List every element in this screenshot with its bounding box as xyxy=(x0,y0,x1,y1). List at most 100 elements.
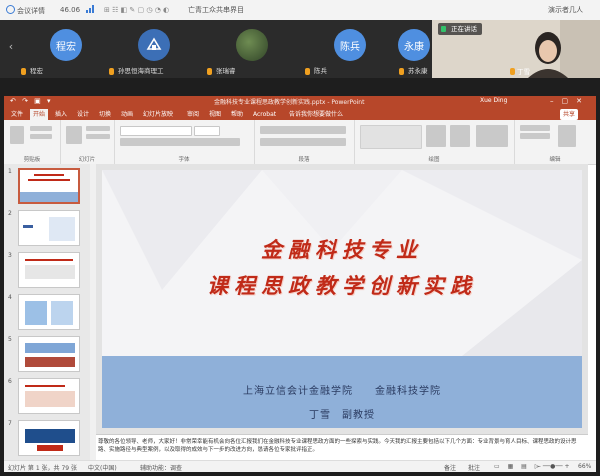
ribbon-tabs: 文件 开始 插入 设计 切换 动画 幻灯片放映 审阅 视图 帮助 Acrobat… xyxy=(4,108,596,120)
speaking-mic-icon xyxy=(441,26,446,32)
dictate-icon[interactable] xyxy=(558,125,576,147)
layout-icon[interactable] xyxy=(86,126,110,131)
shape-fill-icon[interactable] xyxy=(476,125,508,147)
presenter-info[interactable]: 演示者几人 xyxy=(548,5,583,16)
arrange-icon[interactable] xyxy=(426,125,446,147)
user-name[interactable]: Xue Ding xyxy=(480,97,507,104)
network-speed: 46.06 xyxy=(60,6,81,14)
mic-icon xyxy=(510,68,515,75)
avatar: 陈兵 xyxy=(334,29,366,61)
share-button[interactable]: 共享 xyxy=(560,109,579,120)
conference-top-bar: 会议详情 46.06 ⊞ ☷ ◧ ✎ ▢ ◷ ◔ ◐ 亡青工众共串界目 演示者几… xyxy=(0,0,600,20)
ribbon-group-paragraph: 段落 xyxy=(254,120,355,164)
font-size-select[interactable] xyxy=(194,126,220,136)
slide-title-line1: 金融科技专业 xyxy=(261,237,423,262)
slide-thumbnail[interactable] xyxy=(18,210,80,246)
tab-insert[interactable]: 插入 xyxy=(52,109,70,120)
thumb-number: 1 xyxy=(8,168,12,175)
slide-thumbnail[interactable] xyxy=(18,294,80,330)
mic-icon xyxy=(109,68,114,75)
comments-button[interactable]: 批注 xyxy=(468,463,480,472)
tab-review[interactable]: 审阅 xyxy=(184,109,202,120)
signal-icon xyxy=(6,5,15,14)
participant-name: 孙思恒海商理工 xyxy=(108,66,164,77)
meeting-details-link[interactable]: 会议详情 xyxy=(6,5,45,16)
tab-home[interactable]: 开始 xyxy=(30,109,49,120)
avatar xyxy=(138,29,170,61)
participant-name: 张瑞睿 xyxy=(206,66,236,77)
slide-title-line2: 课程思政教学创新实践 xyxy=(207,273,477,298)
list-buttons[interactable] xyxy=(260,126,346,134)
language-indicator[interactable]: 中文(中国) xyxy=(88,463,117,472)
tab-file[interactable]: 文件 xyxy=(8,109,26,120)
participant-tile[interactable]: 陈兵 陈兵 xyxy=(300,20,398,78)
window-controls[interactable]: –▢✕ xyxy=(550,97,590,105)
self-name: 丁雪 xyxy=(510,66,530,76)
slide-thumbnail[interactable] xyxy=(18,168,80,204)
signal-bars-icon xyxy=(86,5,96,16)
speaking-indicator: 正在讲话 xyxy=(438,23,482,35)
notes-button[interactable]: 备注 xyxy=(444,463,456,472)
tab-slideshow[interactable]: 幻灯片放映 xyxy=(140,109,176,120)
zoom-slider[interactable]: − ──●── + xyxy=(536,463,570,470)
current-slide[interactable]: 金融科技专业 课程思政教学创新实践 上海立信会计金融学院 金融科技学院 丁雪 副… xyxy=(102,170,582,428)
tab-help[interactable]: 帮助 xyxy=(228,109,246,120)
ribbon-group-editing: 编辑 xyxy=(514,120,596,164)
quick-styles-icon[interactable] xyxy=(450,125,470,147)
avatar: 永康 xyxy=(398,29,430,61)
tab-transitions[interactable]: 切换 xyxy=(96,109,114,120)
mic-icon xyxy=(21,68,26,75)
accessibility-check[interactable]: 辅助功能：调查 xyxy=(140,463,182,472)
slide-thumbnail[interactable] xyxy=(18,252,80,288)
thumb-number: 2 xyxy=(8,210,12,217)
document-title: 金融科技专业课程思政教学创新实践.pptx - PowerPoint xyxy=(214,99,365,106)
tell-me-search[interactable]: 告诉我你想要做什么 xyxy=(286,109,346,120)
ribbon-group-drawing: 绘图 xyxy=(354,120,515,164)
speaker-notes[interactable]: 尊敬的各位领导、老师，大家好！非常荣幸能有机会向各位汇报我们在金融科技专业课程思… xyxy=(96,434,588,461)
participant-tile[interactable]: 永康 苏永康 xyxy=(398,20,432,78)
mic-icon xyxy=(207,68,212,75)
paste-icon[interactable] xyxy=(10,126,24,144)
participant-tile[interactable]: 孙思恒海商理工 xyxy=(104,20,202,78)
quick-access-toolbar[interactable]: ↶ ↷ ▣ ▾ xyxy=(10,97,53,105)
font-format-buttons[interactable] xyxy=(120,138,240,146)
slide-thumbnail[interactable] xyxy=(18,336,80,372)
participant-tile[interactable]: 张瑞睿 xyxy=(202,20,300,78)
replace-icon[interactable] xyxy=(520,133,550,139)
tab-design[interactable]: 设计 xyxy=(74,109,92,120)
notes-text: 尊敬的各位领导、老师，大家好！非常荣幸能有机会向各位汇报我们在金融科技专业课程思… xyxy=(98,439,577,453)
institution-text: 上海立信会计金融学院 金融科技学院 xyxy=(243,386,441,397)
new-slide-icon[interactable] xyxy=(66,126,82,144)
participant-name: 陈兵 xyxy=(304,66,327,77)
tab-view[interactable]: 视图 xyxy=(206,109,224,120)
reset-icon[interactable] xyxy=(86,134,110,139)
powerpoint-title-bar: ↶ ↷ ▣ ▾ 金融科技专业课程思政教学创新实践.pptx - PowerPoi… xyxy=(4,96,596,108)
shapes-gallery[interactable] xyxy=(360,125,422,149)
thumb-number: 6 xyxy=(8,378,12,385)
ribbon-group-font: 字体 xyxy=(114,120,255,164)
slide-count: 幻灯片 第 1 张，共 79 张 xyxy=(8,465,77,472)
slide-thumbnail[interactable] xyxy=(18,378,80,414)
thumb-number: 3 xyxy=(8,252,12,259)
participant-name: 程宏 xyxy=(20,66,43,77)
ribbon-group-slides: 幻灯片 xyxy=(60,120,115,164)
participant-tile[interactable]: 程宏 程宏 xyxy=(16,20,114,78)
find-icon[interactable] xyxy=(520,125,550,131)
tab-animations[interactable]: 动画 xyxy=(118,109,136,120)
align-buttons[interactable] xyxy=(260,138,346,146)
avatar: 程宏 xyxy=(50,29,82,61)
zoom-level[interactable]: 66% xyxy=(578,463,591,470)
copy-icon[interactable] xyxy=(30,134,52,139)
cut-icon[interactable] xyxy=(30,126,52,131)
tab-acrobat[interactable]: Acrobat xyxy=(250,109,279,120)
presenter-text: 丁雪 副教授 xyxy=(309,410,375,421)
thumb-number: 5 xyxy=(8,336,12,343)
mic-icon xyxy=(399,68,404,75)
mic-icon xyxy=(305,68,310,75)
font-family-select[interactable] xyxy=(120,126,192,136)
toolbar-icons[interactable]: ⊞ ☷ ◧ ✎ ▢ ◷ ◔ ◐ xyxy=(104,5,169,16)
strip-prev-arrow[interactable]: ‹ xyxy=(6,39,16,55)
slide-thumbnail[interactable] xyxy=(18,420,80,456)
school-logo-icon xyxy=(146,37,162,50)
thumb-number: 4 xyxy=(8,294,12,301)
